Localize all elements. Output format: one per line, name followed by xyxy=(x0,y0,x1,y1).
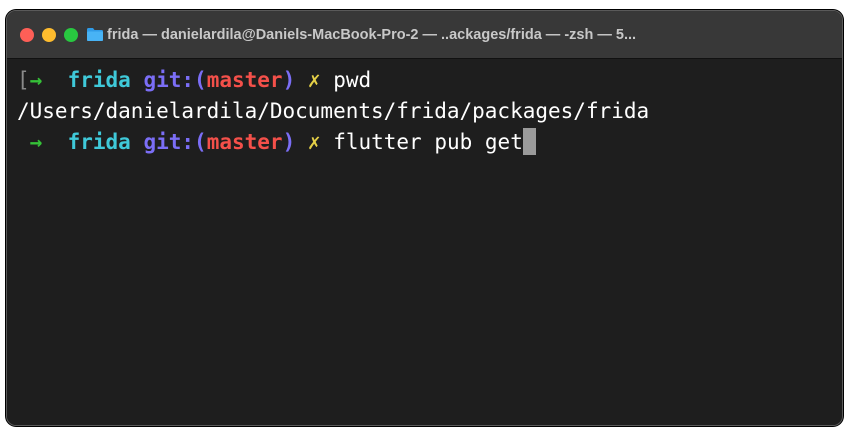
git-branch: master xyxy=(206,130,283,154)
prompt-arrow: → xyxy=(29,68,43,92)
folder-icon xyxy=(87,28,103,41)
output-line: /Users/danielardila/Documents/frida/pack… xyxy=(17,99,650,123)
window-title: frida — danielardila@Daniels-MacBook-Pro… xyxy=(107,27,637,43)
title-bar[interactable]: frida — danielardila@Daniels-MacBook-Pro… xyxy=(7,11,842,59)
terminal-window[interactable]: frida — danielardila@Daniels-MacBook-Pro… xyxy=(6,10,843,426)
text-cursor xyxy=(522,128,536,155)
dirty-indicator: ✗ xyxy=(307,130,321,154)
prompt-arrow: → xyxy=(29,130,43,154)
git-label-open: git:( xyxy=(143,68,207,92)
git-label-close: ) xyxy=(282,130,296,154)
command-input[interactable]: flutter pub get xyxy=(333,130,523,154)
git-label-close: ) xyxy=(282,68,296,92)
prompt-directory: frida xyxy=(67,130,131,154)
minimize-button[interactable] xyxy=(42,28,56,42)
git-branch: master xyxy=(206,68,283,92)
prompt-line: → frida git:(master) ✗ flutter pub get xyxy=(17,127,842,158)
prompt-directory: frida xyxy=(67,68,131,92)
maximize-button[interactable] xyxy=(64,28,78,42)
dirty-indicator: ✗ xyxy=(307,68,321,92)
selection-marker: [ xyxy=(17,68,30,92)
git-label-open: git:( xyxy=(143,130,207,154)
command-text: pwd xyxy=(333,68,372,92)
prompt-line: [→ frida git:(master) ✗ pwd xyxy=(17,65,842,96)
close-button[interactable] xyxy=(20,28,34,42)
terminal-body[interactable]: [→ frida git:(master) ✗ pwd /Users/danie… xyxy=(7,59,842,425)
